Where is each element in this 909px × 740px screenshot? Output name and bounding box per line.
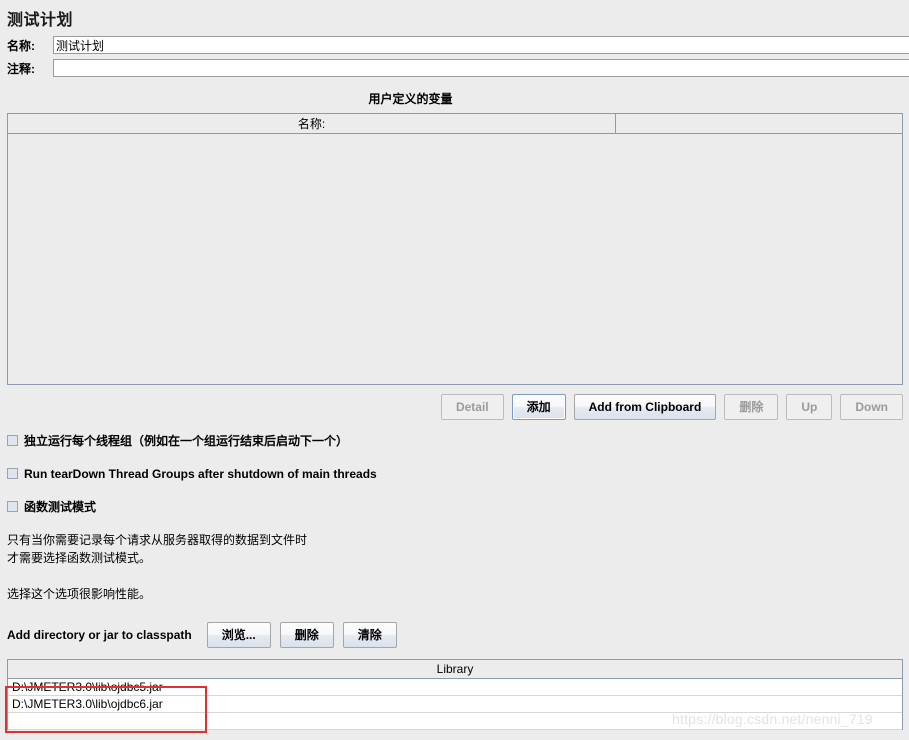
description-line-3: 选择这个选项很影响性能。: [7, 587, 152, 601]
table-header-row: 名称:: [8, 114, 902, 134]
name-field-row: 名称: 测试计划: [0, 34, 909, 56]
add-button[interactable]: 添加: [511, 394, 566, 420]
comment-input[interactable]: [53, 59, 909, 77]
move-down-button[interactable]: Down: [840, 394, 903, 420]
library-table: Library D:\JMETER3.0\lib\ojdbc5.jar D:\J…: [7, 659, 903, 730]
detail-button[interactable]: Detail: [440, 394, 504, 420]
user-defined-variables-title: 用户定义的变量: [368, 92, 453, 106]
checkbox-icon[interactable]: [7, 435, 18, 446]
move-up-button[interactable]: Up: [786, 394, 833, 420]
user-defined-variables-table: 名称:: [7, 113, 903, 385]
option-run-thread-groups-consecutively[interactable]: 独立运行每个线程组（例如在一个组运行结束后启动下一个）: [7, 432, 909, 449]
checkbox-icon[interactable]: [7, 468, 18, 479]
classpath-label: Add directory or jar to classpath: [7, 628, 192, 642]
option-functional-test-mode[interactable]: 函数测试模式: [7, 498, 909, 515]
name-input[interactable]: 测试计划: [53, 36, 909, 54]
table-header-value[interactable]: [616, 114, 902, 133]
table-body-empty[interactable]: [8, 134, 902, 384]
options-group: 独立运行每个线程组（例如在一个组运行结束后启动下一个） Run tearDown…: [0, 420, 909, 515]
comment-field-label: 注释:: [7, 61, 35, 76]
test-plan-panel: 测试计划 名称: 测试计划 注释: 用户定义的变量 名称: Detail 添加 …: [0, 0, 909, 733]
table-row[interactable]: D:\JMETER3.0\lib\ojdbc5.jar: [8, 679, 902, 696]
page-title: 测试计划: [7, 12, 74, 29]
clear-classpath-button[interactable]: 清除: [342, 622, 397, 648]
browse-button[interactable]: 浏览...: [206, 622, 271, 648]
option-run-teardown-thread-groups[interactable]: Run tearDown Thread Groups after shutdow…: [7, 465, 909, 482]
variable-button-row: Detail 添加 Add from Clipboard 删除 Up Down: [0, 385, 909, 420]
delete-variable-button[interactable]: 删除: [724, 394, 779, 420]
add-from-clipboard-button[interactable]: Add from Clipboard: [573, 394, 717, 420]
description-line-2: 才需要选择函数测试模式。: [7, 551, 152, 565]
name-field-label: 名称:: [7, 38, 35, 53]
classpath-row: Add directory or jar to classpath 浏览... …: [0, 603, 909, 648]
option-label: 函数测试模式: [24, 500, 97, 514]
checkbox-icon[interactable]: [7, 501, 18, 512]
option-label: Run tearDown Thread Groups after shutdow…: [24, 466, 377, 481]
delete-classpath-button[interactable]: 删除: [279, 622, 334, 648]
table-header-name[interactable]: 名称:: [8, 114, 616, 133]
comment-field-row: 注释:: [0, 57, 909, 79]
description-line-1: 只有当你需要记录每个请求从服务器取得的数据到文件时: [7, 533, 308, 547]
library-table-header[interactable]: Library: [8, 660, 902, 679]
table-row-empty[interactable]: [8, 713, 902, 730]
functional-mode-description: 只有当你需要记录每个请求从服务器取得的数据到文件时 才需要选择函数测试模式。 选…: [0, 531, 909, 603]
option-label: 独立运行每个线程组（例如在一个组运行结束后启动下一个）: [24, 434, 349, 448]
table-row[interactable]: D:\JMETER3.0\lib\ojdbc6.jar: [8, 696, 902, 713]
